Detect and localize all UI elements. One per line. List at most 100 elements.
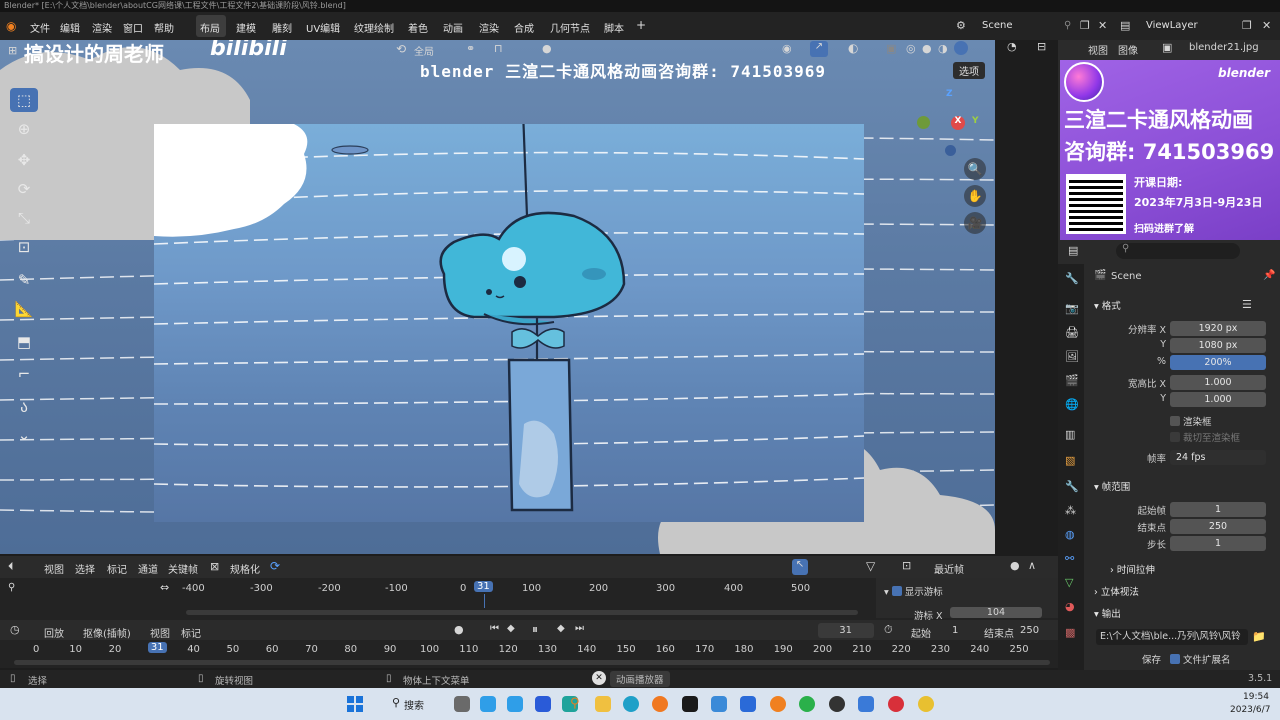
- add-workspace-button[interactable]: +: [636, 18, 646, 32]
- editor-type-icon[interactable]: ⊞: [8, 44, 17, 57]
- transform-orientation-select[interactable]: 全局: [414, 43, 434, 58]
- photos-icon[interactable]: [711, 696, 727, 712]
- tab-rendering[interactable]: 渲染: [479, 20, 499, 35]
- dopesheet-collapse-icon[interactable]: ⇔: [160, 581, 169, 594]
- pan-hand-icon[interactable]: ✋: [964, 185, 986, 207]
- frame-rate-select[interactable]: 24 fps: [1170, 450, 1266, 465]
- firefox-icon[interactable]: [652, 696, 668, 712]
- tab-layout-label[interactable]: 布局: [200, 20, 220, 35]
- select-mode-icon[interactable]: ↖: [792, 559, 808, 575]
- resolution-percent-field[interactable]: 200%: [1170, 355, 1266, 370]
- transform-tool[interactable]: ⊡: [10, 235, 38, 259]
- timeline-area[interactable]: ⏴ 视图 选择 标记 通道 关键帧 ⊠ 规格化 ⟳ ↖ ▽ ⊡ 最近帧 ● ∧ …: [0, 556, 1058, 668]
- task-view-icon[interactable]: [454, 696, 470, 712]
- format-section-header[interactable]: ▾ 格式: [1094, 298, 1121, 312]
- render-region-checkbox[interactable]: 渲染框: [1170, 414, 1212, 428]
- blender-taskbar-icon[interactable]: [770, 696, 786, 712]
- gizmo-x-label[interactable]: X: [951, 116, 965, 130]
- timeline-ruler[interactable]: 0 10 20 31 40 50 60 70 80 90 100 110 120 130 140 150 160…: [0, 642, 1058, 658]
- menu-render[interactable]: 渲染: [92, 20, 112, 35]
- constraints-tab-icon[interactable]: ⚯: [1065, 552, 1074, 565]
- end-field[interactable]: 250: [1020, 625, 1039, 636]
- shading-wireframe-icon[interactable]: ◎: [906, 42, 916, 55]
- pause-button[interactable]: ⏸: [532, 622, 538, 637]
- tab-sculpting[interactable]: 雕刻: [272, 20, 292, 35]
- camera-view-icon[interactable]: 🎥: [964, 212, 986, 234]
- app-icon-blue[interactable]: [535, 696, 551, 712]
- anim-player-cancel-icon[interactable]: ✕: [592, 671, 606, 685]
- blender-logo-icon[interactable]: ◉: [6, 19, 16, 33]
- windows-start-icon[interactable]: [347, 696, 363, 712]
- tab-geometry-nodes[interactable]: 几何节点: [550, 20, 590, 35]
- record-button[interactable]: ●: [454, 623, 464, 636]
- tab-compositing[interactable]: 合成: [514, 20, 534, 35]
- scale-tool[interactable]: ⤡: [10, 206, 38, 230]
- tab-texture-paint[interactable]: 纹理绘制: [354, 20, 394, 35]
- timeline-menu-playback[interactable]: 回放: [44, 625, 64, 640]
- snap-mode-icon[interactable]: ⊡: [902, 559, 911, 572]
- select-box-tool[interactable]: ⬚: [10, 88, 38, 112]
- chrome-icon[interactable]: [918, 696, 934, 712]
- tab-modeling[interactable]: 建模: [236, 20, 256, 35]
- scene-selector-icon[interactable]: ⚙: [956, 19, 966, 32]
- shading-rendered-icon[interactable]: [954, 41, 968, 55]
- render-tab-icon[interactable]: 📷: [1065, 302, 1079, 315]
- timeline-menu-marker[interactable]: 标记: [181, 625, 201, 640]
- app-icon-blue-2[interactable]: [858, 696, 874, 712]
- shading-material-icon[interactable]: ◑: [938, 42, 948, 55]
- taskbar-search[interactable]: 搜索: [404, 697, 424, 712]
- next-keyframe-button[interactable]: ◆: [557, 623, 565, 634]
- pivot-point-icon[interactable]: ⚭: [466, 42, 475, 55]
- tab-scripting[interactable]: 脚本: [604, 20, 624, 35]
- jump-start-button[interactable]: ⏮: [490, 623, 499, 634]
- taskbar-search-icon[interactable]: ⚲: [392, 696, 400, 709]
- options-button[interactable]: 选项: [953, 62, 985, 79]
- dopesheet-search-icon[interactable]: ⚲: [8, 582, 15, 593]
- move-tool[interactable]: ✥: [10, 148, 38, 172]
- folder-icon[interactable]: [595, 696, 611, 712]
- ds-scrollbar[interactable]: [186, 610, 858, 615]
- measure-tool[interactable]: 📐: [10, 297, 38, 321]
- new-view-layer-icon[interactable]: ❐: [1242, 19, 1252, 32]
- tab-uv-editing[interactable]: UV编辑: [306, 20, 340, 35]
- timeline-editor-icon[interactable]: ◷: [10, 623, 20, 636]
- view-layer-icon[interactable]: ▤: [1120, 19, 1130, 32]
- menu-window[interactable]: 窗口: [123, 20, 143, 35]
- snap-mode-select[interactable]: 最近帧: [934, 561, 964, 576]
- folder-browse-icon[interactable]: 📁: [1252, 630, 1266, 643]
- frame-step-field[interactable]: 1: [1170, 536, 1266, 551]
- scene-selector[interactable]: Scene: [982, 20, 1013, 31]
- stereoscopy-section-header[interactable]: › 立体视法: [1094, 584, 1139, 598]
- filter-icon[interactable]: ▽: [866, 559, 875, 573]
- show-cursor-checkbox[interactable]: ▾ 显示游标: [884, 584, 943, 598]
- menu-file[interactable]: 文件: [30, 20, 50, 35]
- outliner-editor-icon[interactable]: ◔: [1007, 40, 1017, 53]
- frame-end-field[interactable]: 250: [1170, 519, 1266, 534]
- file-extension-checkbox[interactable]: 文件扩展名: [1170, 652, 1231, 666]
- frame-range-section-header[interactable]: ▾ 帧范围: [1094, 479, 1130, 493]
- menu-edit[interactable]: 编辑: [60, 20, 80, 35]
- resolution-x-field[interactable]: 1920 px: [1170, 321, 1266, 336]
- timeline-current-frame[interactable]: 31: [147, 642, 167, 653]
- image-browse-icon[interactable]: ▣: [1162, 41, 1172, 54]
- new-scene-icon[interactable]: ❐: [1080, 19, 1090, 32]
- gizmo-z-neg[interactable]: [945, 145, 956, 156]
- aspect-y-field[interactable]: 1.000: [1170, 392, 1266, 407]
- resolution-y-field[interactable]: 1080 px: [1170, 338, 1266, 353]
- jump-end-button[interactable]: ⏭: [575, 623, 584, 634]
- obs-icon[interactable]: [829, 696, 845, 712]
- tab-animation[interactable]: 动画: [443, 20, 463, 35]
- dopesheet-menu-marker[interactable]: 标记: [107, 561, 127, 576]
- modifier-tab-icon[interactable]: 🔧: [1065, 480, 1079, 493]
- dopesheet-editor-icon[interactable]: ⏴: [8, 560, 14, 574]
- preview-range-icon[interactable]: ⏱: [884, 623, 893, 637]
- file-explorer-icon[interactable]: [507, 696, 523, 712]
- cursor-x-field[interactable]: 104: [950, 607, 1042, 618]
- annotate-tool[interactable]: ✎: [10, 268, 38, 292]
- pin-icon[interactable]: 📌: [1263, 270, 1275, 281]
- shading-solid-icon[interactable]: ●: [922, 42, 932, 55]
- gizmo-toggle-icon[interactable]: ↗: [810, 41, 828, 57]
- dopesheet-menu-channel[interactable]: 通道: [138, 561, 158, 576]
- aspect-x-field[interactable]: 1.000: [1170, 375, 1266, 390]
- proportional-edit-icon[interactable]: ●: [542, 42, 552, 55]
